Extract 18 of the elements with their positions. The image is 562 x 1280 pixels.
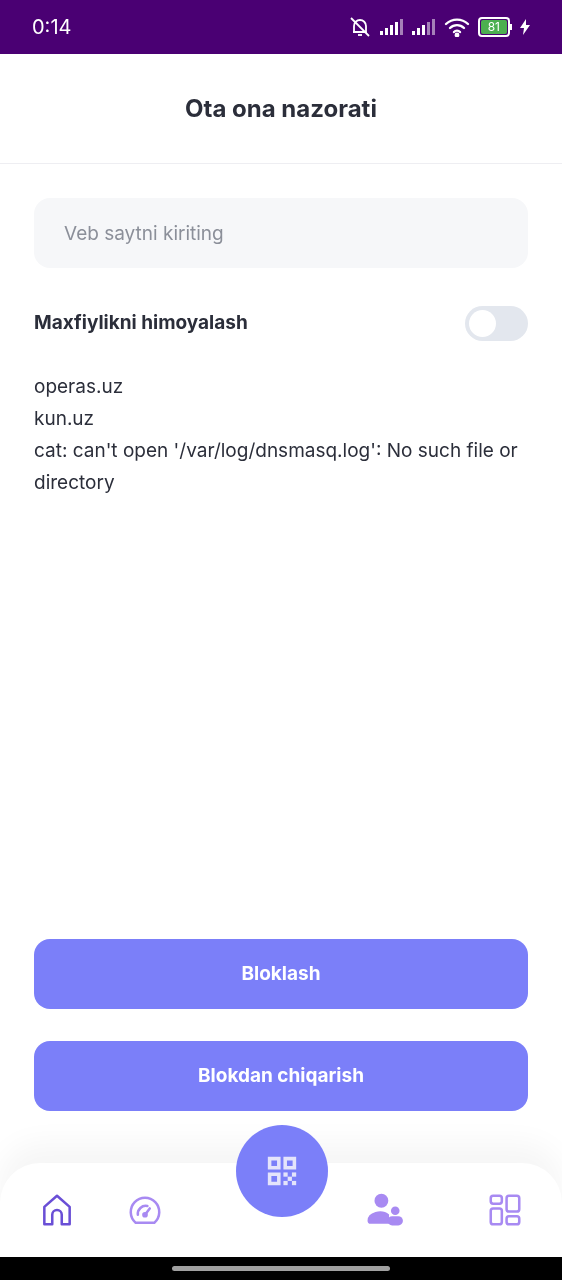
qr-code-icon [265,1154,299,1188]
charging-icon [520,19,530,35]
action-button[interactable]: Blokdan chiqarish [34,1041,528,1111]
privacy-label: Maxfiylikni himoyalash [34,310,248,337]
action-button[interactable]: Bloklash [34,939,528,1009]
battery-level: 81 [480,20,507,34]
website-input-field[interactable]: Veb saytni kiriting [34,198,528,268]
page-title: Ota ona nazorati [185,92,377,125]
dashboard-icon[interactable] [486,1191,524,1229]
signal-icon [379,19,404,35]
wifi-icon [443,17,470,37]
muted-bell-icon [347,16,372,38]
signal-icon [411,19,436,35]
privacy-toggle[interactable] [465,306,528,341]
clock: 0:14 [32,14,72,41]
log-line: kun.uz [34,406,96,432]
log-line: operas.uz [34,374,125,400]
log-line: cat: can't open '/var/log/dnsmasq.log': No such file or directory [34,438,519,496]
